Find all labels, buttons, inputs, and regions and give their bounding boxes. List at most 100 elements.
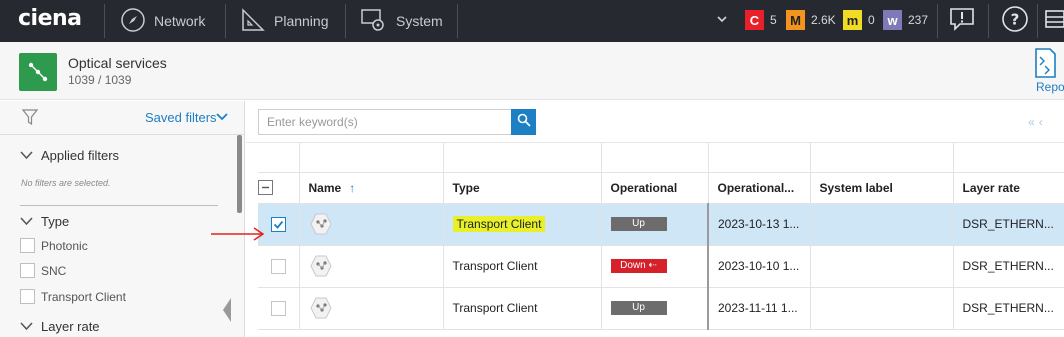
service-node-icon: [309, 296, 333, 320]
column-header-layer-rate[interactable]: Layer rate: [953, 172, 1064, 204]
chevron-down-icon: [20, 214, 33, 229]
ruler-icon: [240, 7, 266, 36]
column-header-operational[interactable]: Operational: [601, 172, 709, 204]
table-row[interactable]: Transport Client Down ⇠ 2023-10-10 1... …: [258, 245, 1064, 288]
menu-icon: [1042, 7, 1064, 36]
search-button[interactable]: [511, 109, 536, 135]
nav-divider: [104, 4, 105, 38]
nav-network[interactable]: Network: [120, 0, 205, 42]
minor-alarm-counter[interactable]: m 0: [843, 10, 875, 30]
ciena-logo[interactable]: ciena: [18, 6, 82, 31]
layer-rate-section[interactable]: Layer rate: [20, 319, 100, 334]
type-option-photonic[interactable]: Photonic: [20, 238, 88, 253]
warning-alarm-counter[interactable]: w 237: [883, 10, 928, 30]
name-cell[interactable]: [299, 287, 444, 330]
checkbox[interactable]: [20, 263, 35, 278]
nav-divider: [225, 4, 226, 38]
chevron-down-icon: [20, 319, 33, 334]
filter-sidebar: Saved filters Applied filters No filters…: [0, 101, 245, 337]
svg-text:?: ?: [1011, 10, 1020, 28]
column-header-operational-date[interactable]: Operational...: [708, 172, 811, 204]
service-node-icon: [309, 254, 333, 278]
sort-ascending-icon[interactable]: ↑: [349, 181, 355, 195]
nav-planning-label: Planning: [274, 13, 329, 29]
nav-divider: [1037, 4, 1038, 38]
critical-count: 5: [770, 13, 777, 27]
gear-monitor-icon: [360, 6, 388, 37]
name-cell[interactable]: [299, 203, 444, 246]
checkbox[interactable]: [20, 238, 35, 253]
row-checkbox[interactable]: [270, 300, 286, 316]
status-badge: Up: [610, 301, 667, 316]
menu-button[interactable]: [1042, 6, 1064, 36]
search-bar: [258, 109, 536, 135]
operational-cell: Up: [601, 287, 709, 330]
column-label: Layer rate: [962, 180, 1020, 195]
prev-page-icon[interactable]: ‹: [1039, 115, 1047, 129]
nav-divider: [988, 4, 989, 38]
column-header-type[interactable]: Type: [443, 172, 602, 204]
annotation-arrow-icon: [211, 227, 265, 241]
type-cell: Transport Client: [443, 287, 602, 330]
status-badge: Up: [610, 217, 667, 232]
sidebar-scrollbar[interactable]: [237, 135, 242, 213]
nav-system[interactable]: System: [360, 0, 443, 42]
first-page-icon[interactable]: «: [1028, 115, 1039, 129]
critical-alarm-counter[interactable]: C 5: [745, 10, 777, 30]
help-icon: ?: [1001, 5, 1029, 38]
layer-rate-cell: DSR_ETHERN...: [953, 203, 1064, 246]
divider: [20, 205, 218, 206]
type-section-label: Type: [41, 214, 70, 229]
type-option-label: Transport Client: [41, 289, 126, 304]
operational-date-cell: 2023-10-13 1...: [707, 203, 811, 246]
nav-divider: [937, 4, 938, 38]
status-text: Down: [620, 260, 646, 272]
search-input[interactable]: [258, 109, 511, 135]
column-label: Name: [308, 180, 342, 195]
checkbox[interactable]: [20, 289, 35, 304]
page-title: Optical services: [68, 55, 167, 71]
saved-filters-link[interactable]: Saved filters: [145, 110, 217, 125]
table-header-spacer: [258, 143, 1064, 173]
layer-rate-label: Layer rate: [41, 319, 100, 334]
highlighted-type-value: Transport Client: [452, 216, 546, 232]
type-section[interactable]: Type: [20, 214, 69, 229]
operational-cell: Down ⇠: [601, 245, 709, 288]
chevron-down-icon: [20, 148, 33, 163]
table-row[interactable]: Transport Client Up 2023-11-11 1... DSR_…: [258, 287, 1064, 330]
table-row[interactable]: Transport Client Up 2023-10-13 1... DSR_…: [258, 203, 1064, 246]
chevron-down-icon[interactable]: [716, 13, 728, 28]
row-checkbox[interactable]: [270, 258, 286, 274]
message-alert-icon: [948, 6, 976, 37]
type-option-snc[interactable]: SNC: [20, 263, 66, 278]
system-label-cell: [810, 203, 954, 246]
type-cell: Transport Client: [443, 245, 602, 288]
name-cell[interactable]: [299, 245, 444, 288]
nav-planning[interactable]: Planning: [240, 0, 329, 42]
nav-system-label: System: [396, 13, 443, 29]
column-header-name[interactable]: Name ↑: [299, 172, 444, 204]
row-select-cell[interactable]: [258, 287, 300, 330]
select-all-cell[interactable]: [258, 172, 300, 204]
filter-icon[interactable]: [21, 109, 39, 131]
chevron-down-icon[interactable]: [215, 109, 229, 128]
major-alarm-counter[interactable]: M 2.6K: [786, 10, 836, 30]
row-select-cell[interactable]: [258, 245, 300, 288]
operational-cell: Up: [601, 203, 709, 246]
report-label[interactable]: Repo: [1036, 80, 1064, 94]
top-bar: ciena Network Planning System C 5 M 2.6K…: [0, 0, 1064, 42]
help-button[interactable]: ?: [1000, 5, 1030, 38]
messages-button[interactable]: [947, 6, 977, 36]
pager-first-prev[interactable]: «‹: [1028, 115, 1047, 129]
warning-badge: w: [883, 10, 902, 30]
table-header-row: Name ↑ Type Operational Operational... Sy…: [258, 172, 1064, 204]
type-option-transport-client[interactable]: Transport Client: [20, 289, 126, 304]
major-count: 2.6K: [811, 13, 836, 27]
select-all-checkbox[interactable]: [258, 180, 273, 196]
column-header-system-label[interactable]: System label: [810, 172, 954, 204]
critical-badge: C: [745, 10, 764, 30]
applied-filters-section[interactable]: Applied filters: [20, 148, 119, 163]
warning-count: 237: [908, 13, 929, 27]
row-checkbox[interactable]: [270, 216, 286, 232]
collapse-sidebar-icon[interactable]: [222, 297, 232, 328]
